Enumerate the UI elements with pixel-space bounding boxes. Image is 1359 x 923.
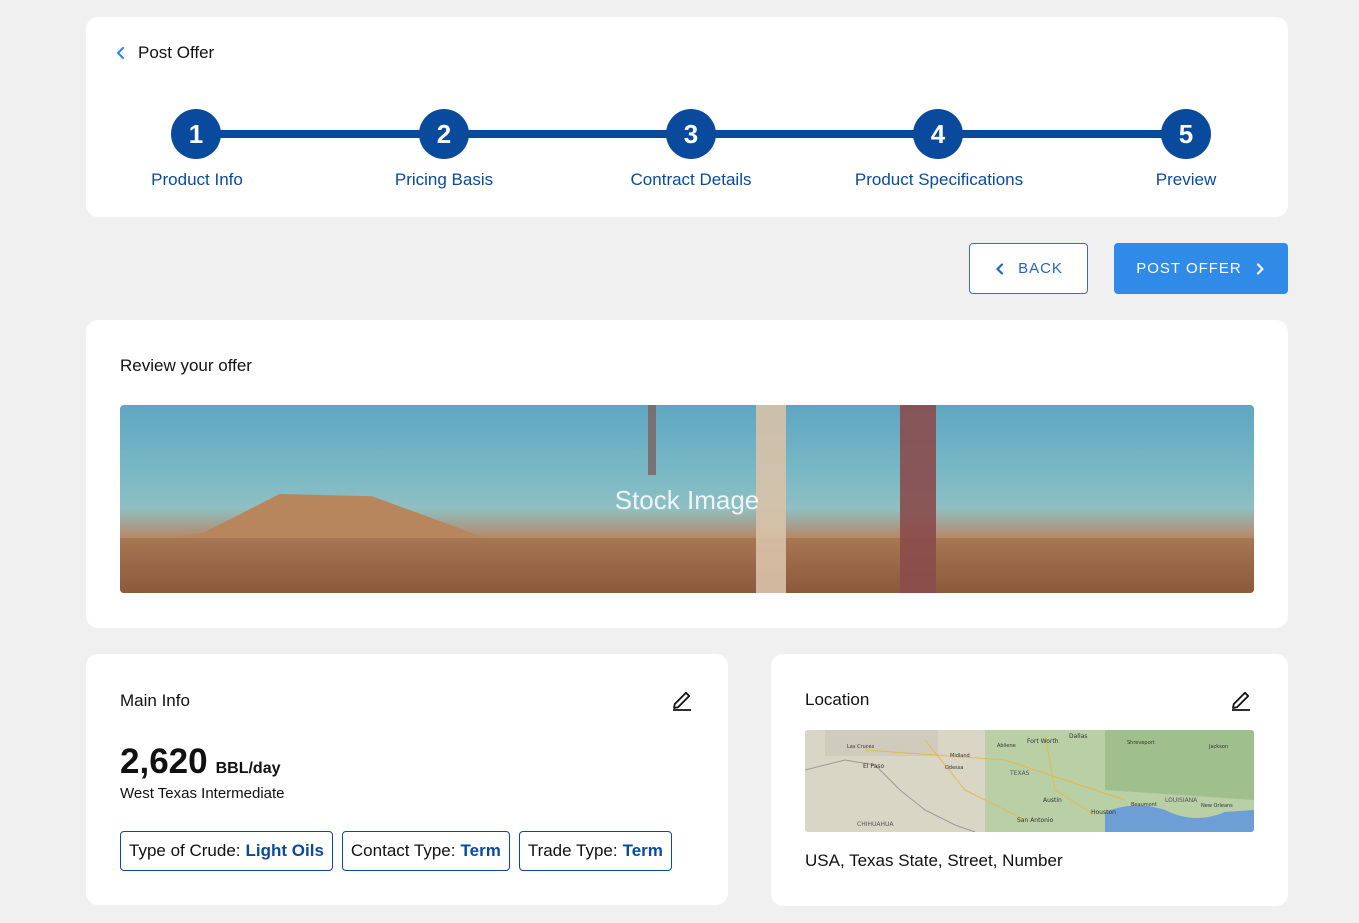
step-3-circle[interactable]: 3 [666, 109, 716, 159]
map-label: Odessa [945, 765, 963, 771]
chip-value: Term [460, 841, 501, 860]
main-info-card: Main Info 2,620 BBL/day West Texas Inter… [86, 654, 728, 905]
post-offer-label: Post Offer [138, 43, 215, 62]
map-label: Fort Worth [1027, 738, 1059, 745]
review-card: Review your offer Stock Image [86, 320, 1288, 628]
chip-label: Trade Type: [527, 841, 618, 860]
step-2-label[interactable]: Pricing Basis [395, 170, 493, 190]
amount-unit: BBL/day [215, 760, 281, 777]
stock-image: Stock Image [120, 405, 1254, 593]
pumpjack-rod [648, 405, 656, 475]
location-card: Location Dallas Fort Worth El Paso TEXAS… [771, 654, 1288, 906]
chip-trade-type: Trade Type: Term [518, 831, 672, 871]
map-label: LOUISIANA [1165, 797, 1198, 804]
amount-value: 2,620 [120, 742, 208, 781]
back-button-label: BACK [1018, 260, 1063, 277]
post-offer-back-link[interactable]: Post Offer [114, 43, 214, 63]
map-label: Houston [1091, 809, 1116, 816]
stepper-card: Post Offer 1 2 3 4 5 Product Info Pricin… [86, 17, 1288, 217]
back-button[interactable]: BACK [969, 243, 1088, 294]
review-title: Review your offer [120, 356, 252, 375]
chip-crude-type: Type of Crude: Light Oils [120, 831, 333, 871]
step-2-circle[interactable]: 2 [419, 109, 469, 159]
pencil-icon[interactable] [1229, 688, 1253, 712]
chip-value: Light Oils [245, 841, 324, 860]
main-info-title: Main Info [120, 691, 190, 710]
product-name: West Texas Intermediate [120, 785, 285, 802]
map-label: Jackson [1208, 744, 1228, 750]
map-label: Midland [950, 753, 970, 759]
map-label: Abilene [997, 743, 1016, 749]
offer-amount: 2,620 BBL/day [120, 742, 281, 782]
chip-value: Term [622, 841, 663, 860]
map-label: CHIHUAHUA [857, 821, 894, 828]
step-1-label[interactable]: Product Info [151, 170, 243, 190]
map-label: TEXAS [1009, 770, 1030, 777]
step-5-label[interactable]: Preview [1156, 170, 1216, 190]
chevron-left-icon [116, 46, 125, 60]
map-label: New Orleans [1201, 803, 1233, 809]
step-1-circle[interactable]: 1 [171, 109, 221, 159]
map-label: Austin [1043, 797, 1062, 804]
post-offer-button[interactable]: POST OFFER [1114, 243, 1288, 294]
chip-label: Type of Crude: [129, 841, 241, 860]
ground-shape [120, 538, 1254, 593]
post-offer-button-label: POST OFFER [1136, 260, 1242, 277]
map-label: El Paso [863, 763, 885, 770]
location-title: Location [805, 690, 870, 709]
map-graphic: Dallas Fort Worth El Paso TEXAS Austin H… [805, 730, 1254, 832]
map-label: San Antonio [1017, 817, 1054, 824]
step-5-circle[interactable]: 5 [1161, 109, 1211, 159]
stock-image-caption: Stock Image [614, 485, 760, 515]
location-map[interactable]: Dallas Fort Worth El Paso TEXAS Austin H… [805, 730, 1254, 832]
chip-contact-type: Contact Type: Term [341, 831, 510, 871]
step-3-label[interactable]: Contract Details [631, 170, 752, 190]
info-chips: Type of Crude: Light Oils Contact Type: … [120, 831, 672, 871]
step-4-label[interactable]: Product Specifications [855, 170, 1023, 190]
chip-label: Contact Type: [350, 841, 456, 860]
map-label: Las Cruces [847, 744, 875, 750]
location-address: USA, Texas State, Street, Number [805, 851, 1063, 870]
map-label: Shreveport [1127, 740, 1155, 746]
chevron-right-icon [1256, 262, 1264, 275]
map-label: Beaumont [1131, 802, 1157, 808]
chevron-left-icon [996, 262, 1004, 275]
step-4-circle[interactable]: 4 [913, 109, 963, 159]
pencil-icon[interactable] [670, 688, 694, 712]
map-label: Dallas [1069, 733, 1087, 740]
